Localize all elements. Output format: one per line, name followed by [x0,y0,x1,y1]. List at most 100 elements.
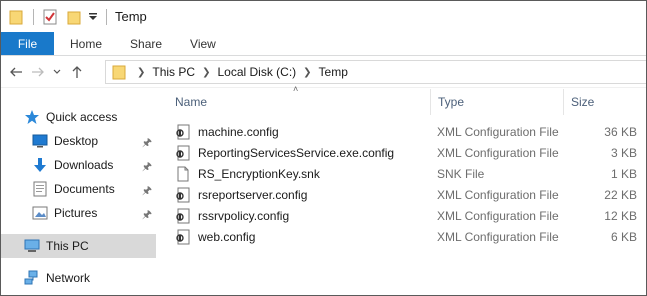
file-row[interactable]: web.config XML Configuration File 6 KB [175,226,644,247]
forward-arrow-icon [32,67,44,76]
new-folder-icon[interactable] [62,1,86,32]
file-name-cell: web.config [175,229,255,245]
file-explorer-window: Temp File Home Share View ❯ This PC ❯ Lo… [0,0,647,296]
nav-item-label: Pictures [54,206,98,220]
nav-item-label: Documents [54,182,115,196]
breadcrumb-this-pc[interactable]: This PC [152,65,195,79]
computer-icon [23,237,41,255]
config-file-icon [176,124,190,139]
file-name: web.config [198,229,256,244]
file-type: XML Configuration File [437,229,559,244]
nav-item-label: Desktop [54,134,99,148]
file-type: XML Configuration File [437,208,559,223]
file-row[interactable]: ReportingServicesService.exe.config XML … [175,142,644,163]
file-row[interactable]: machine.config XML Configuration File 36… [175,121,644,142]
file-name-cell: rsreportserver.config [175,187,307,203]
forward-button[interactable] [27,57,49,87]
file-type: XML Configuration File [437,187,559,202]
column-header-type[interactable]: Type [438,89,563,115]
folder-icon [112,65,126,80]
tab-share[interactable]: Share [116,32,176,55]
nav-item-quick-access[interactable]: Quick access [1,105,156,129]
up-arrow-icon [72,65,82,78]
nav-item-downloads[interactable]: Downloads 🖈 [1,153,156,177]
file-name-cell: RS_EncryptionKey.snk [175,166,320,182]
recent-locations-icon [53,69,61,74]
file-size: 36 KB [604,124,637,139]
file-row[interactable]: RS_EncryptionKey.snk SNK File 1 KB [175,163,644,184]
title-divider [106,8,107,25]
chevron-right-icon[interactable]: ❯ [202,67,210,78]
config-file-icon [176,208,190,223]
file-name: RS_EncryptionKey.snk [198,166,320,181]
column-header-name[interactable]: Name [175,89,430,115]
up-button[interactable] [65,57,89,87]
blank-file-icon [177,166,189,181]
pin-icon[interactable]: 🖈 [142,182,152,201]
nav-item-label: This PC [46,239,89,253]
file-name-cell: rssrvpolicy.config [175,208,289,224]
nav-item-documents[interactable]: Documents 🖈 [1,177,156,201]
config-file-icon [176,229,190,244]
ribbon-tabs: File Home Share View [1,32,646,56]
file-size: 1 KB [610,166,637,181]
back-arrow-icon [10,67,22,76]
file-list-pane: ˄ Name Type Size machine.config XML Conf… [157,84,646,295]
chevron-right-icon[interactable]: ❯ [303,67,311,78]
customize-dropdown-icon[interactable] [86,1,100,32]
file-type: XML Configuration File [437,124,559,139]
network-icon [23,269,41,287]
address-bar[interactable]: ❯ This PC ❯ Local Disk (C:) ❯ Temp [105,60,646,84]
nav-item-label: Downloads [54,158,114,172]
breadcrumb-temp[interactable]: Temp [319,65,348,79]
config-file-icon [176,145,190,160]
file-type: SNK File [437,166,485,181]
back-button[interactable] [5,57,27,87]
file-row[interactable]: rssrvpolicy.config XML Configuration Fil… [175,205,644,226]
download-icon [31,156,49,174]
column-divider[interactable] [430,89,431,115]
tab-file[interactable]: File [1,32,54,55]
tab-home[interactable]: Home [54,32,116,55]
column-header-label: Size [571,95,595,109]
breadcrumb-local-disk[interactable]: Local Disk (C:) [217,65,296,79]
nav-item-pictures[interactable]: Pictures 🖈 [1,201,156,225]
address-row: ❯ This PC ❯ Local Disk (C:) ❯ Temp [1,56,646,88]
file-name: ReportingServicesService.exe.config [198,145,395,160]
nav-item-desktop[interactable]: Desktop 🖈 [1,129,156,153]
file-size: 3 KB [610,145,637,160]
file-size: 12 KB [604,208,637,223]
pictures-icon [31,204,49,222]
qat-folder-icon[interactable] [5,1,27,32]
nav-item-label: Network [46,271,91,285]
file-size: 22 KB [604,187,637,202]
column-header-size[interactable]: Size [571,89,641,115]
file-name-cell: machine.config [175,124,279,140]
nav-item-network[interactable]: Network [1,266,156,290]
column-divider[interactable] [563,89,564,115]
pin-icon[interactable]: 🖈 [142,134,152,153]
nav-item-this-pc[interactable]: This PC [1,234,156,258]
recent-locations-button[interactable] [49,57,65,87]
file-type: XML Configuration File [437,145,559,160]
file-name: rssrvpolicy.config [198,208,290,223]
star-icon [23,108,41,126]
file-name: rsreportserver.config [198,187,308,202]
properties-icon[interactable] [40,1,60,32]
qat-divider [33,8,34,25]
config-file-icon [176,187,190,202]
column-header-label: Type [438,95,465,109]
desktop-icon [31,132,49,150]
file-row[interactable]: rsreportserver.config XML Configuration … [175,184,644,205]
title-bar: Temp [1,1,646,32]
pin-icon[interactable]: 🖈 [142,206,152,225]
tab-view[interactable]: View [176,32,230,55]
window-title: Temp [115,9,147,24]
file-size: 6 KB [610,229,637,244]
pin-icon[interactable]: 🖈 [142,158,152,177]
file-name: machine.config [198,124,279,139]
chevron-right-icon[interactable]: ❯ [137,67,145,78]
navigation-pane: Quick access Desktop 🖈 Downloads 🖈 Docum… [1,89,156,295]
nav-item-label: Quick access [46,110,118,124]
column-header-label: Name [175,95,208,109]
